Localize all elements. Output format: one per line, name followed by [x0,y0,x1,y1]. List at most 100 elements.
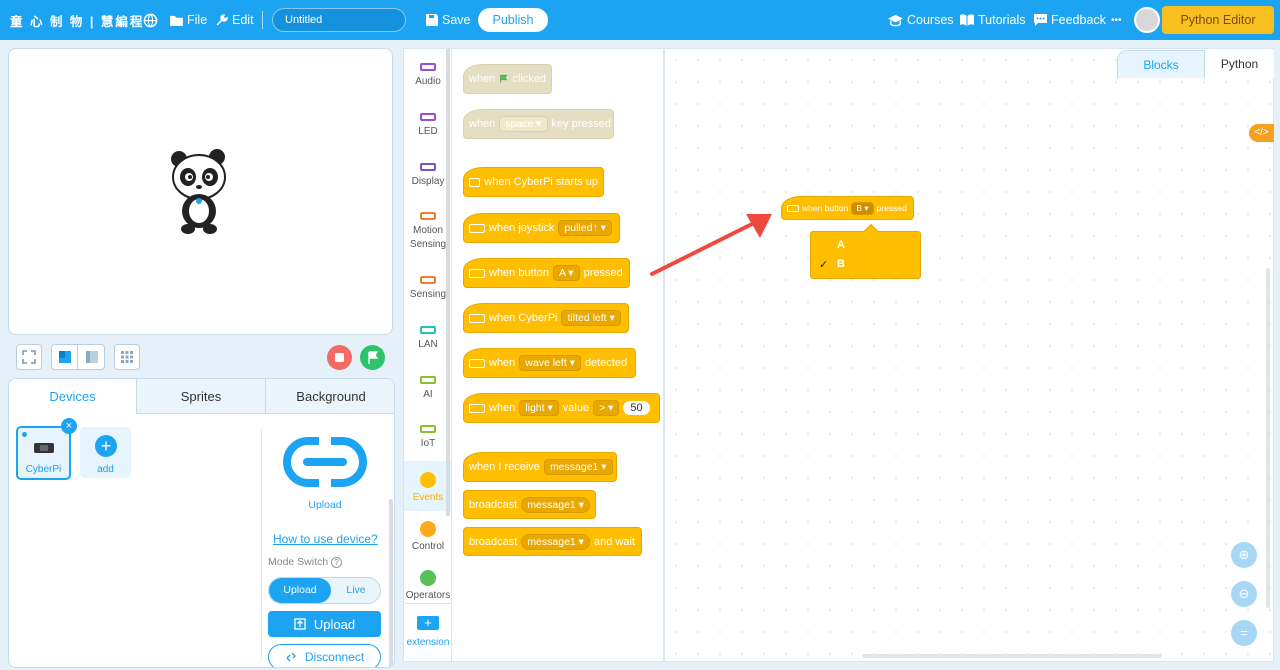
dropdown-option-b[interactable]: B [837,258,845,270]
disconnect-button[interactable]: Disconnect [268,644,381,667]
block-broadcast[interactable]: broadcast message1 ▾ [463,490,596,519]
category-sensing[interactable]: Sensing [404,276,452,302]
zoom-reset-icon[interactable]: = [1231,620,1257,646]
block-text: when [489,357,516,369]
avatar[interactable] [1134,7,1160,33]
message-dropdown[interactable]: message1 ▾ [521,533,590,550]
grid-icon [121,351,133,363]
block-text: detected [584,357,628,369]
help-icon[interactable]: ? [331,556,343,568]
code-toggle-icon[interactable]: </> [1249,124,1274,142]
layout-small-stage-icon[interactable] [79,345,104,369]
tab-background[interactable]: Background [266,379,394,414]
courses-icon [888,14,903,26]
publish-button[interactable]: Publish [478,8,548,32]
block-when-tilted[interactable]: when CyberPi tilted left ▾ [463,303,629,333]
globe-icon[interactable] [143,0,158,40]
button-dropdown[interactable]: A ▾ [552,265,580,281]
upload-mode-label: Upload [308,499,342,511]
tilt-dropdown[interactable]: tilted left ▾ [561,310,621,326]
block-when-flag-clicked[interactable]: when clicked [463,64,552,94]
grid-view-button[interactable] [114,344,140,370]
python-editor-button[interactable]: Python Editor [1162,6,1274,34]
stage[interactable] [8,48,393,335]
scrollbar[interactable] [389,499,393,667]
category-iot[interactable]: IoT [404,425,452,451]
sensing-icon [420,276,436,284]
category-label: Display [411,176,445,187]
block-when-joystick[interactable]: when joystick pulled↑ ▾ [463,213,620,243]
category-events[interactable]: Events [404,461,452,511]
red-arrow-annotation [650,214,772,276]
category-operators[interactable]: Operators [404,570,452,603]
dropdown-option-a[interactable]: A [837,239,845,251]
message-dropdown[interactable]: message1 ▾ [543,459,613,475]
block-when-cyberpi-starts[interactable]: when CyberPi starts up [463,167,604,197]
comparison-dropdown[interactable]: > ▾ [593,400,620,416]
horizontal-scrollbar[interactable] [862,654,1162,658]
cyberpi-block-icon [469,268,485,278]
category-label: IoT [420,438,436,449]
block-when-key-pressed[interactable]: when space ▾ key pressed [463,109,614,139]
file-menu[interactable]: File [170,0,207,40]
more-menu[interactable]: ••• [1111,0,1122,40]
zoom-in-icon[interactable]: ⊕ [1231,542,1257,568]
remove-device-icon[interactable]: × [61,418,77,434]
script-workspace[interactable] [664,48,1274,662]
threshold-input[interactable]: 50 [623,401,650,415]
dropdown-value: message1 [527,498,576,511]
block-text: when joystick [489,222,555,234]
category-control[interactable]: Control [404,521,452,554]
fullscreen-button[interactable] [16,344,42,370]
courses-link[interactable]: Courses [888,0,954,40]
sensor-dropdown[interactable]: light ▾ [519,400,559,416]
block-when-button-pressed[interactable]: when button A ▾ pressed [463,258,630,288]
mode-upload-option[interactable]: Upload [269,578,331,603]
courses-label: Courses [907,13,954,27]
category-lan[interactable]: LAN [404,326,452,352]
tab-devices[interactable]: Devices [9,379,137,414]
joystick-dropdown[interactable]: pulled↑ ▾ [558,220,612,236]
category-ai[interactable]: AI [404,376,452,402]
tutorials-link[interactable]: Tutorials [960,0,1025,40]
button-dropdown-open[interactable]: B ▾ [851,201,874,215]
category-scrollbar[interactable] [446,48,450,516]
block-text: value [562,402,590,414]
upload-button[interactable]: Upload [268,611,381,637]
tab-blocks[interactable]: Blocks [1117,50,1205,78]
block-when-light-value[interactable]: when light ▾ value > ▾ 50 [463,393,660,423]
device-cyberpi[interactable]: CyberPi [16,426,71,480]
wave-dropdown[interactable]: wave left ▾ [519,355,581,371]
block-broadcast-and-wait[interactable]: broadcast message1 ▾ and wait [463,527,642,556]
message-dropdown[interactable]: message1 ▾ [521,496,590,513]
mode-switch-label: Mode Switch ? [268,556,343,568]
layout-large-stage-icon[interactable] [52,345,78,369]
category-audio[interactable]: Audio [404,63,452,89]
tab-python[interactable]: Python [1205,50,1274,78]
category-display[interactable]: Display [404,163,452,189]
workspace-block-when-button[interactable]: when button B ▾ pressed [781,196,914,220]
category-motion-sensing[interactable]: Motion Sensing [404,212,452,252]
vertical-scrollbar[interactable] [1266,268,1270,608]
edit-menu[interactable]: Edit [216,0,254,40]
stop-button[interactable] [327,345,352,370]
project-title-input[interactable] [272,8,406,32]
green-flag-button[interactable] [360,345,385,370]
layout-toggle[interactable] [51,344,105,370]
category-led[interactable]: LED [404,113,452,139]
key-dropdown[interactable]: space ▾ [499,116,548,132]
tab-sprites[interactable]: Sprites [137,379,266,414]
save-button[interactable]: Save [426,0,471,40]
add-device-button[interactable]: + add [80,427,131,478]
led-icon [420,113,436,121]
mode-live-option[interactable]: Live [331,578,380,603]
block-when-i-receive[interactable]: when I receive message1 ▾ [463,452,617,482]
zoom-out-icon[interactable]: ⊖ [1231,581,1257,607]
extension-button[interactable]: + extension [404,603,452,663]
block-when-wave-detected[interactable]: when wave left ▾ detected [463,348,636,378]
how-to-use-link[interactable]: How to use device? [273,532,378,546]
panda-sprite[interactable] [169,149,229,235]
block-text: key pressed [551,118,611,130]
app-logo: 童 心 制 物 | 慧編程 [10,14,145,29]
feedback-link[interactable]: Feedback [1034,0,1106,40]
